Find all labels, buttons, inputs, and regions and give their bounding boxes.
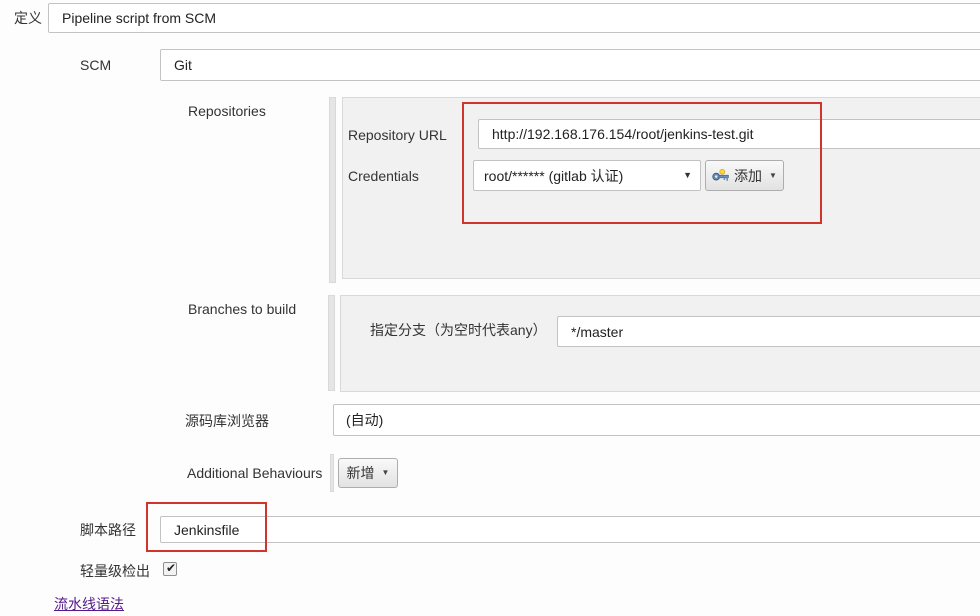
add-behaviour-button-label: 新增	[347, 463, 375, 483]
definition-label: 定义	[14, 10, 42, 26]
pipeline-syntax-link[interactable]: 流水线语法	[54, 594, 124, 614]
script-path-label: 脚本路径	[80, 522, 136, 538]
chevron-down-icon: ▼	[683, 171, 692, 180]
repository-browser-label: 源码库浏览器	[185, 413, 269, 429]
chevron-down-icon: ▼	[769, 172, 777, 180]
repositories-drag-handle[interactable]	[329, 97, 336, 283]
repository-browser-select-value: (自动)	[346, 410, 383, 430]
add-credentials-button-label: 添加	[734, 166, 762, 186]
jenkins-pipeline-scm-config: 定义 Pipeline script from SCM SCM Git Repo…	[0, 0, 980, 616]
branches-drag-handle[interactable]	[328, 295, 335, 391]
add-behaviour-button[interactable]: 新增 ▼	[338, 458, 398, 488]
scm-select[interactable]: Git	[160, 49, 980, 81]
credentials-select-value: root/****** (gitlab 认证)	[484, 166, 623, 186]
credentials-label: Credentials	[348, 168, 419, 184]
chevron-down-icon: ▼	[382, 469, 390, 477]
checkbox-check-icon: ✔	[166, 562, 176, 574]
credentials-select[interactable]: root/****** (gitlab 认证) ▼	[473, 160, 701, 191]
scm-select-value: Git	[174, 57, 192, 73]
repository-browser-select[interactable]: (自动)	[333, 404, 980, 436]
additional-behaviours-label: Additional Behaviours	[187, 465, 322, 481]
lightweight-checkout-checkbox[interactable]: ✔	[163, 562, 177, 576]
definition-select-value: Pipeline script from SCM	[62, 10, 216, 26]
repository-url-input[interactable]	[478, 119, 980, 149]
scm-label: SCM	[80, 57, 111, 73]
script-path-input[interactable]	[160, 516, 980, 543]
branches-section-label: Branches to build	[188, 301, 296, 317]
repository-url-label: Repository URL	[348, 127, 447, 143]
branch-specifier-input[interactable]	[557, 316, 980, 347]
definition-select[interactable]: Pipeline script from SCM	[48, 3, 980, 33]
add-credentials-button[interactable]: 添加 ▼	[705, 160, 784, 191]
repositories-section-label: Repositories	[188, 103, 266, 119]
lightweight-checkout-label: 轻量级检出	[80, 563, 150, 579]
branch-specifier-label: 指定分支（为空时代表any）	[370, 322, 547, 338]
key-icon	[712, 169, 729, 182]
behaviours-insertion-strip	[330, 454, 334, 492]
